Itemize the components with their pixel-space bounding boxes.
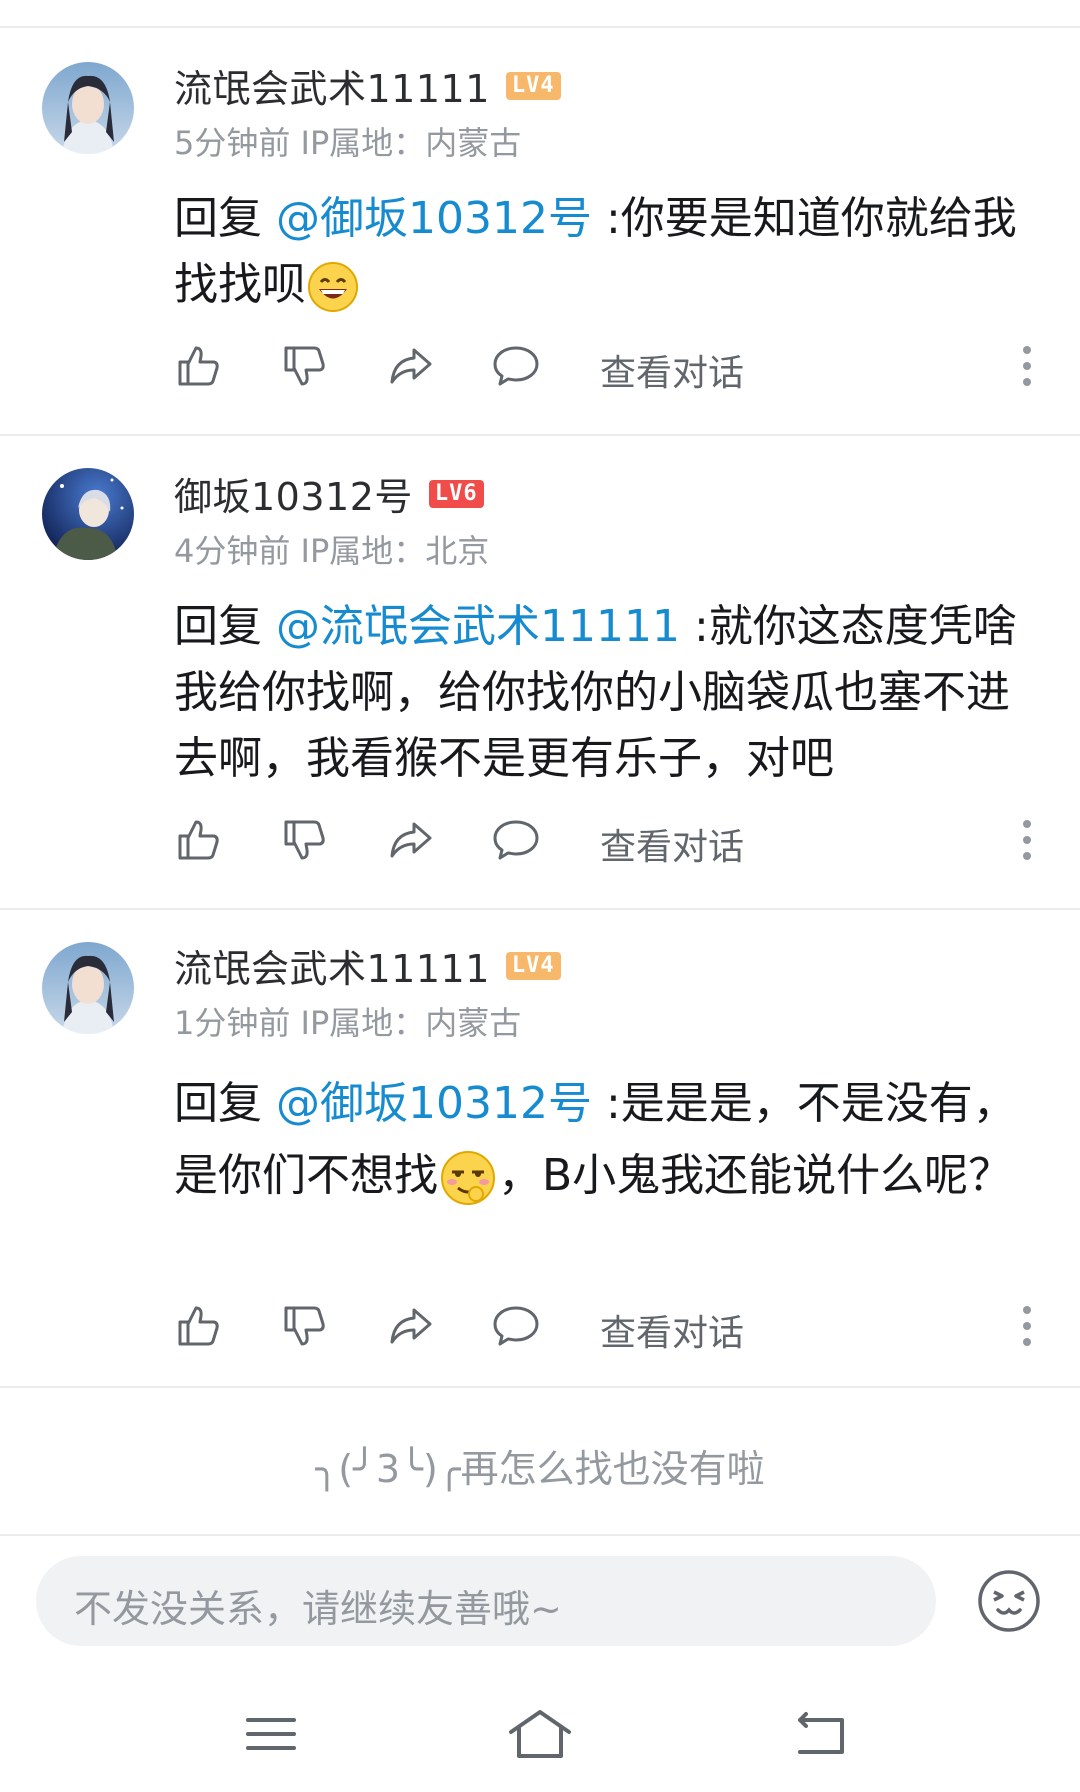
emoji-icon[interactable] (976, 1568, 1042, 1634)
grinning-face-icon (306, 260, 360, 314)
reply-prefix: 回复 (174, 193, 276, 244)
thumb-down-icon[interactable] (280, 342, 328, 390)
avatar[interactable] (42, 942, 134, 1034)
more-icon[interactable] (1020, 818, 1034, 862)
comment-text: 回复 @流氓会武术11111 :就你这态度凭啥我给你找啊，给你找你的小脑袋瓜也塞… (174, 594, 1044, 792)
level-badge: LV4 (505, 951, 561, 980)
thumb-up-icon[interactable] (174, 342, 222, 390)
comment-actions: 查看对话 (174, 342, 1034, 398)
share-icon[interactable] (386, 342, 434, 390)
more-icon[interactable] (1020, 1304, 1034, 1348)
comment-icon[interactable] (492, 342, 540, 390)
level-badge: LV6 (428, 479, 484, 508)
share-icon[interactable] (386, 1302, 434, 1350)
level-badge: LV4 (505, 71, 561, 100)
comment-text: 回复 @御坂10312号 :你要是知道你就给我找找呗 (174, 186, 1044, 318)
view-conversation-button[interactable]: 查看对话 (600, 818, 744, 870)
input-divider (0, 1534, 1080, 1536)
view-conversation-button[interactable]: 查看对话 (600, 1304, 744, 1356)
comment-meta: 5分钟前 IP属地：内蒙古 (174, 118, 521, 164)
comment-actions: 查看对话 (174, 816, 1034, 872)
end-of-list-message: ╮(╯3╰)╭再怎么找也没有啦 (315, 1447, 765, 1491)
comment-time: 4分钟前 (174, 532, 291, 570)
username[interactable]: 御坂10312号 (174, 466, 413, 521)
ip-location: IP属地：内蒙古 (300, 1004, 522, 1042)
system-nav-bar (0, 1680, 1080, 1792)
mention-link[interactable]: @流氓会武术11111 (276, 601, 680, 652)
comment-time: 1分钟前 (174, 1004, 291, 1042)
comment-divider (0, 908, 1080, 910)
top-divider (0, 26, 1080, 28)
menu-icon[interactable] (236, 1706, 306, 1762)
reply-prefix: 回复 (174, 1078, 276, 1129)
username[interactable]: 流氓会武术11111 (174, 58, 490, 113)
back-icon[interactable] (786, 1706, 856, 1762)
ip-location: IP属地：北京 (300, 532, 490, 570)
username[interactable]: 流氓会武术11111 (174, 938, 490, 993)
comment-divider (0, 1386, 1080, 1388)
more-icon[interactable] (1020, 344, 1034, 388)
comment-divider (0, 434, 1080, 436)
thumb-down-icon[interactable] (280, 816, 328, 864)
comment-meta: 1分钟前 IP属地：内蒙古 (174, 998, 521, 1044)
thumb-up-icon[interactable] (174, 816, 222, 864)
comment-icon[interactable] (492, 816, 540, 864)
comment-actions: 查看对话 (174, 1302, 1034, 1358)
mention-link[interactable]: @御坂10312号 (276, 1078, 592, 1129)
avatar[interactable] (42, 468, 134, 560)
comment-icon[interactable] (492, 1302, 540, 1350)
view-conversation-button[interactable]: 查看对话 (600, 344, 744, 396)
smirk-face-icon (438, 1148, 498, 1208)
share-icon[interactable] (386, 816, 434, 864)
reply-prefix: 回复 (174, 601, 276, 652)
ip-location: IP属地：内蒙古 (300, 124, 522, 162)
comment-input[interactable]: 不发没关系，请继续友善哦~ (36, 1556, 936, 1646)
home-icon[interactable] (505, 1706, 575, 1762)
thumb-up-icon[interactable] (174, 1302, 222, 1350)
comment-time: 5分钟前 (174, 124, 291, 162)
input-placeholder: 不发没关系，请继续友善哦~ (74, 1587, 562, 1631)
comment-text: 回复 @御坂10312号 :是是是，不是没有，是你们不想找 ，B小鬼我还能说什么呢… (174, 1068, 1044, 1212)
mention-link[interactable]: @御坂10312号 (276, 193, 592, 244)
comment-meta: 4分钟前 IP属地：北京 (174, 526, 489, 572)
comment-body-end: ，B小鬼我还能说什么呢？ (498, 1150, 1013, 1201)
avatar[interactable] (42, 62, 134, 154)
thumb-down-icon[interactable] (280, 1302, 328, 1350)
